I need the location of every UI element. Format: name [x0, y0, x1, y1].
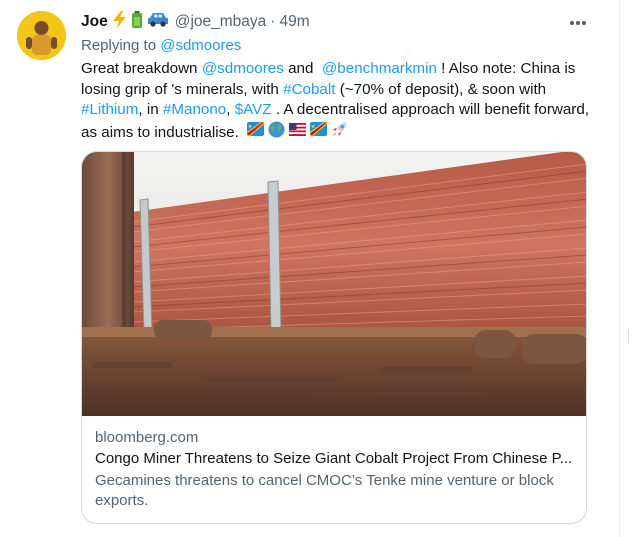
- drc-flag-emoji: [247, 122, 265, 143]
- card-domain: bloomberg.com: [95, 429, 199, 446]
- tweet[interactable]: Joe @joe_mbaya · 49m Replying to @sdmoor…: [0, 0, 620, 537]
- lightning-emoji: [112, 11, 127, 33]
- card-description: Gecamines threatens to cancel CMOC’s Ten…: [95, 472, 554, 509]
- tweet-text: Great breakdown @sdmoores and @benchmark…: [81, 59, 591, 144]
- hashtag-link[interactable]: #Cobalt: [283, 81, 335, 98]
- hashtag-link[interactable]: #Lithium: [81, 101, 138, 118]
- replying-to: Replying to @sdmoores: [81, 37, 241, 54]
- tweet-header: Joe @joe_mbaya · 49m: [81, 11, 601, 33]
- us-flag-emoji: [289, 122, 307, 143]
- drc-flag-emoji: [310, 122, 328, 143]
- card-info[interactable]: bloomberg.com Congo Miner Threatens to S…: [82, 417, 586, 511]
- battery-emoji: [131, 11, 143, 33]
- mention-link[interactable]: @sdmoores: [202, 60, 284, 77]
- link-card[interactable]: bloomberg.com Congo Miner Threatens to S…: [81, 151, 587, 524]
- more-options-button[interactable]: [567, 12, 589, 34]
- avatar[interactable]: [17, 11, 66, 60]
- text-part: Great breakdown: [81, 60, 198, 77]
- rocket-emoji: [331, 121, 348, 145]
- globe-emoji: [268, 121, 285, 145]
- more-horizontal-icon: [570, 21, 574, 25]
- author-handle[interactable]: @joe_mbaya: [175, 13, 267, 31]
- display-name[interactable]: Joe: [81, 13, 108, 31]
- separator-dot: ·: [270, 13, 276, 30]
- text-part: and: [288, 60, 314, 77]
- text-part: , in: [138, 101, 159, 118]
- text-part: (~70% of deposit), & soon with: [339, 80, 547, 98]
- car-emoji: [147, 12, 169, 32]
- text-part: ,: [226, 101, 231, 118]
- replying-to-mention[interactable]: @sdmoores: [160, 37, 241, 54]
- card-title: Congo Miner Threatens to Seize Giant Cob…: [95, 450, 573, 467]
- hashtag-link[interactable]: #Manono: [163, 101, 226, 118]
- mention-link[interactable]: @benchmarkmin: [322, 60, 437, 77]
- scrollbar-tick: [628, 330, 629, 344]
- replying-prefix: Replying to: [81, 37, 157, 54]
- cashtag-link[interactable]: $AVZ: [235, 101, 272, 118]
- copper-cathode-sheets-photo[interactable]: [82, 152, 586, 416]
- tweet-timestamp[interactable]: 49m: [279, 13, 309, 31]
